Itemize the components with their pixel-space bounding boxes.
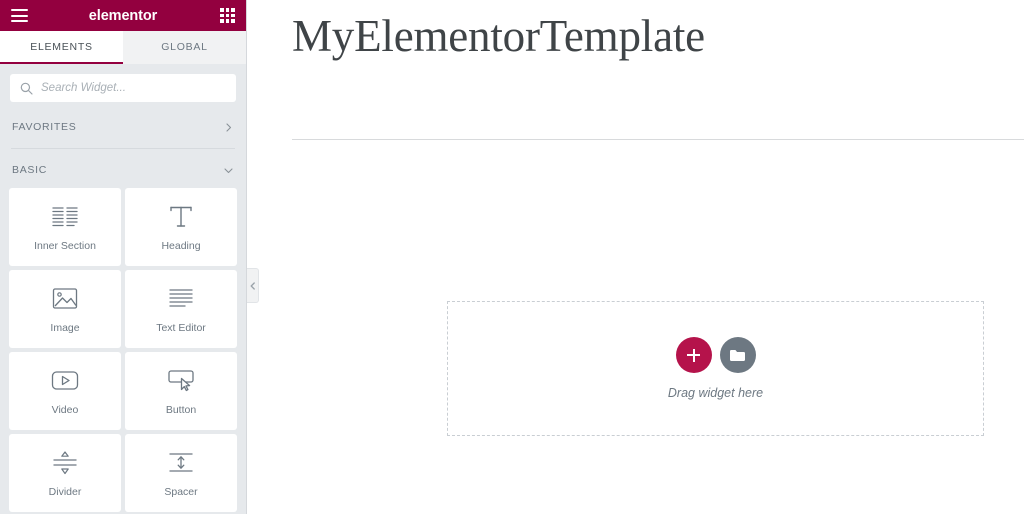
search-icon bbox=[20, 82, 33, 95]
widget-label: Button bbox=[165, 403, 197, 416]
dropzone-buttons bbox=[675, 337, 756, 373]
search-input[interactable] bbox=[41, 82, 226, 94]
title-divider bbox=[292, 139, 1024, 140]
widget-label: Inner Section bbox=[34, 239, 96, 252]
widget-button[interactable]: Button bbox=[125, 352, 237, 430]
chevron-right-icon bbox=[226, 122, 232, 132]
heading-icon bbox=[168, 203, 194, 231]
page-title: MyElementorTemplate bbox=[292, 11, 705, 61]
search-box[interactable] bbox=[10, 74, 236, 102]
widget-spacer[interactable]: Spacer bbox=[125, 434, 237, 512]
widget-heading[interactable]: Heading bbox=[125, 188, 237, 266]
text-editor-icon bbox=[168, 285, 194, 313]
button-icon bbox=[167, 367, 195, 395]
category-basic[interactable]: BASIC bbox=[0, 152, 246, 188]
widget-label: Image bbox=[50, 321, 80, 334]
category-divider bbox=[11, 148, 235, 149]
apps-grid-icon[interactable] bbox=[220, 8, 235, 23]
panel-header: elementor bbox=[0, 0, 246, 31]
widget-divider[interactable]: Divider bbox=[9, 434, 121, 512]
dropzone-hint: Drag widget here bbox=[667, 386, 764, 400]
plus-icon bbox=[687, 348, 700, 362]
widget-image[interactable]: Image bbox=[9, 270, 121, 348]
widget-dropzone[interactable]: Drag widget here bbox=[447, 301, 984, 436]
spacer-icon bbox=[168, 449, 194, 477]
category-basic-label: BASIC bbox=[12, 164, 48, 176]
widget-video[interactable]: Video bbox=[9, 352, 121, 430]
panel-tabs: ELEMENTS GLOBAL bbox=[0, 31, 246, 64]
add-section-button[interactable] bbox=[675, 337, 712, 373]
chevron-left-icon bbox=[250, 281, 255, 290]
tab-global[interactable]: GLOBAL bbox=[123, 31, 246, 64]
widget-grid: Inner Section Heading Image Text Editor … bbox=[0, 188, 246, 514]
tab-elements[interactable]: ELEMENTS bbox=[0, 31, 123, 64]
editor-canvas: MyElementorTemplate Drag widget here bbox=[247, 0, 1024, 514]
widget-text-editor[interactable]: Text Editor bbox=[125, 270, 237, 348]
hamburger-menu-icon[interactable] bbox=[11, 9, 28, 22]
inner-section-icon bbox=[52, 203, 78, 231]
category-favorites-label: FAVORITES bbox=[12, 121, 77, 133]
widget-label: Video bbox=[51, 403, 79, 416]
widget-label: Text Editor bbox=[156, 321, 206, 334]
widget-label: Spacer bbox=[164, 485, 198, 498]
video-icon bbox=[51, 367, 79, 395]
widget-panel: elementor ELEMENTS GLOBAL FAVORITES bbox=[0, 0, 247, 514]
panel-logo-title: elementor bbox=[88, 7, 158, 24]
folder-icon bbox=[730, 349, 745, 361]
search-section bbox=[0, 64, 246, 109]
add-template-button[interactable] bbox=[719, 337, 756, 373]
chevron-down-icon bbox=[224, 167, 233, 173]
category-favorites[interactable]: FAVORITES bbox=[0, 109, 246, 145]
elementor-editor: elementor ELEMENTS GLOBAL FAVORITES bbox=[0, 0, 1024, 514]
divider-icon bbox=[52, 449, 78, 477]
widget-label: Heading bbox=[161, 239, 201, 252]
widget-label: Divider bbox=[48, 485, 82, 498]
widget-inner-section[interactable]: Inner Section bbox=[9, 188, 121, 266]
panel-collapse-handle[interactable] bbox=[247, 268, 259, 303]
image-icon bbox=[52, 285, 78, 313]
